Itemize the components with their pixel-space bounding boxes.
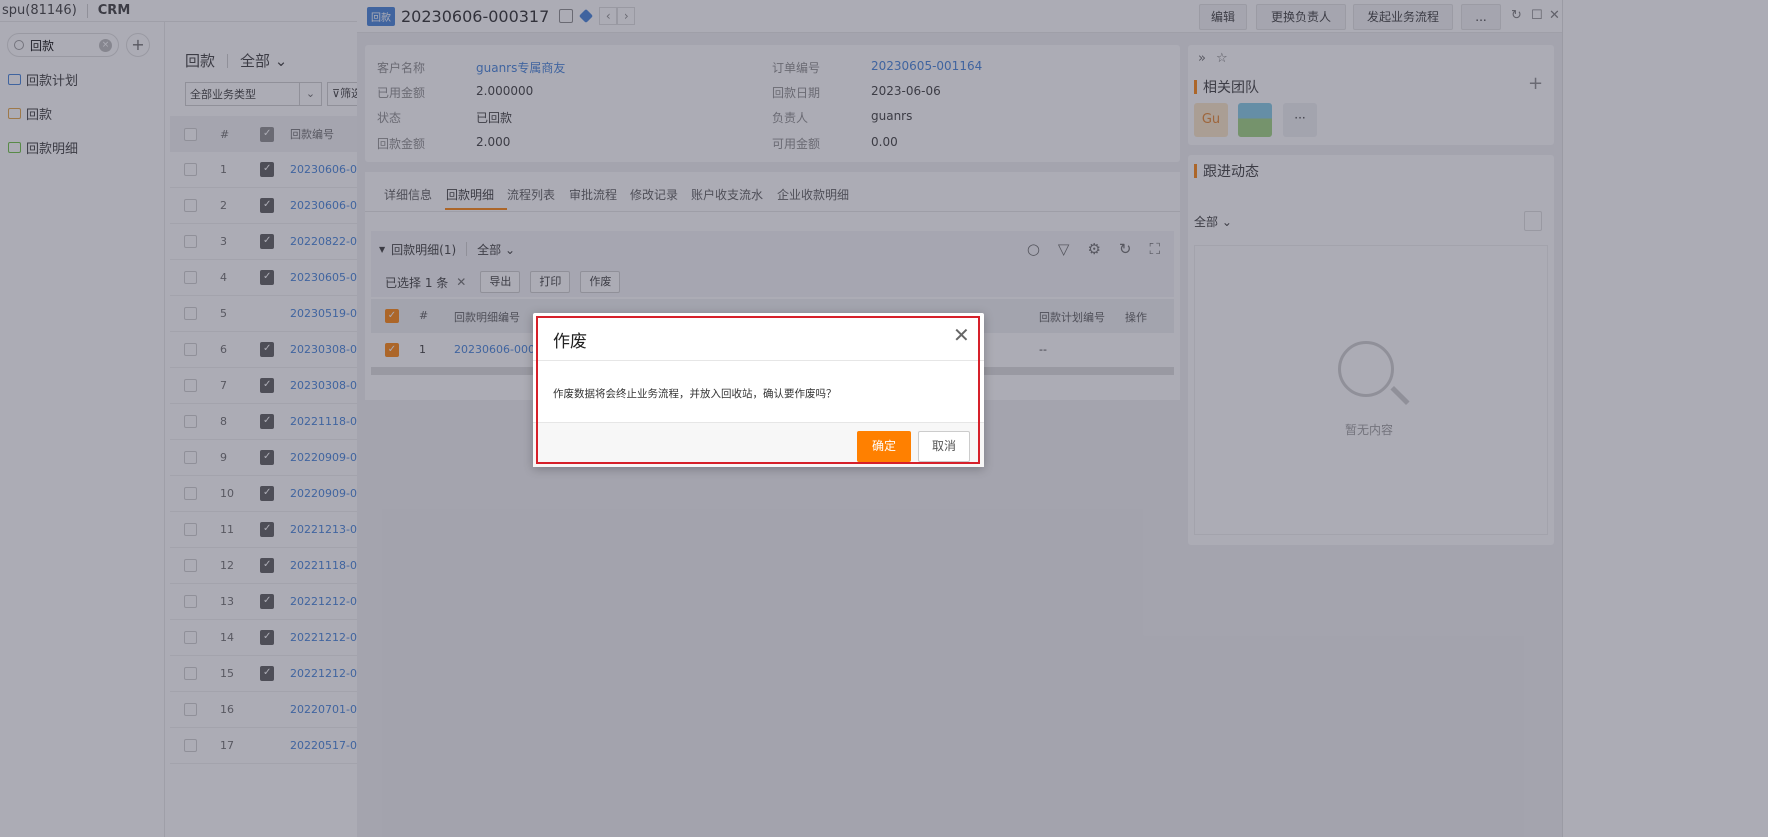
cancel-button[interactable]: 取消 — [918, 431, 970, 462]
dialog-title: 作废 — [553, 332, 587, 352]
void-confirm-dialog: 作废 ✕ 作废数据将会终止业务流程，并放入回收站，确认要作废吗？ 确定 取消 — [533, 313, 984, 467]
close-icon[interactable]: ✕ — [953, 325, 970, 345]
dialog-message: 作废数据将会终止业务流程，并放入回收站，确认要作废吗？ — [553, 388, 837, 400]
confirm-button[interactable]: 确定 — [857, 431, 911, 462]
dialog-footer: 确定 取消 — [533, 422, 984, 467]
